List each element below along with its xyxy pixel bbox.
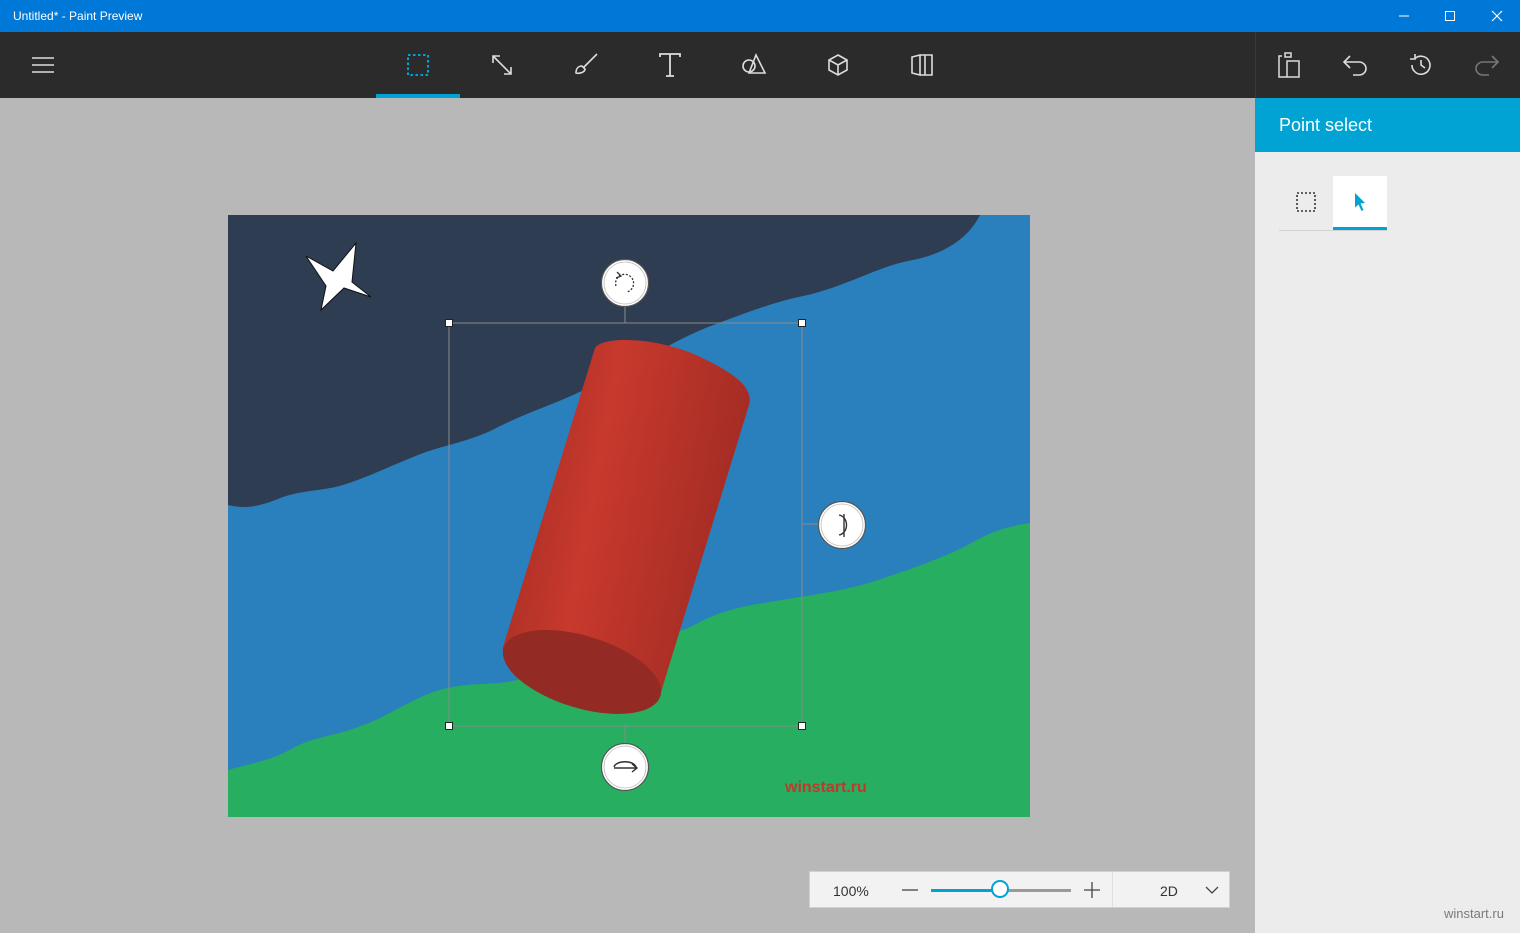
undo-button[interactable] <box>1322 32 1388 98</box>
canvas-artwork: winstart.ru <box>228 215 1030 817</box>
zoom-slider[interactable] <box>931 880 1071 898</box>
redo-button[interactable] <box>1454 32 1520 98</box>
main-toolbar <box>0 32 1255 98</box>
view-mode-label: 2D <box>1160 883 1178 899</box>
close-button[interactable] <box>1474 0 1520 32</box>
rectangle-select-button[interactable] <box>1279 176 1333 228</box>
title-bar: Untitled* - Paint Preview <box>0 0 1520 32</box>
side-panel: Point select <box>1255 98 1520 933</box>
cursor-arrow-icon <box>1355 192 1365 211</box>
tool-brushes[interactable] <box>544 32 628 98</box>
minimize-button[interactable] <box>1381 0 1427 32</box>
history-icon <box>1410 54 1431 75</box>
tool-crop[interactable] <box>460 32 544 98</box>
panel-header: Point select <box>1255 98 1520 152</box>
view-mode-dropdown[interactable] <box>1202 878 1222 902</box>
toolbar-actions <box>1255 32 1520 98</box>
canvas-watermark: winstart.ru <box>784 779 867 796</box>
footer-watermark: winstart.ru <box>1444 906 1504 921</box>
point-select-button[interactable] <box>1333 176 1387 230</box>
history-button[interactable] <box>1388 32 1454 98</box>
sticker-book-icon <box>911 53 933 77</box>
zoom-slider-thumb[interactable] <box>991 880 1009 898</box>
chevron-down-icon <box>1205 886 1219 894</box>
maximize-button[interactable] <box>1427 0 1473 32</box>
window-title: Untitled* - Paint Preview <box>13 9 143 23</box>
tool-3d-objects[interactable] <box>796 32 880 98</box>
panel-title: Point select <box>1279 115 1373 135</box>
minus-icon <box>902 889 918 891</box>
select-rectangle-icon <box>407 54 429 76</box>
paste-button[interactable] <box>1256 32 1322 98</box>
zoom-in-button[interactable] <box>1082 878 1102 902</box>
drawing-canvas[interactable]: winstart.ru <box>228 215 1030 817</box>
zoom-percent: 100% <box>833 883 869 899</box>
shapes-icon <box>742 53 767 74</box>
dashed-rectangle-icon <box>1296 192 1316 212</box>
brush-icon <box>575 53 598 75</box>
paste-icon <box>1278 52 1300 78</box>
cube-icon <box>828 54 848 76</box>
zoom-bar: 100% 2D <box>809 871 1230 908</box>
tool-2d-shapes[interactable] <box>712 32 796 98</box>
close-icon <box>1491 10 1503 22</box>
text-icon <box>659 53 681 77</box>
zoom-out-button[interactable] <box>900 878 920 902</box>
hamburger-menu-icon <box>32 57 54 73</box>
selection-mode-group <box>1279 176 1387 231</box>
zoom-divider <box>1112 872 1113 907</box>
crop-resize-icon <box>492 55 512 75</box>
tool-stickers[interactable] <box>880 32 964 98</box>
redo-icon <box>1475 55 1500 76</box>
undo-icon <box>1342 55 1367 76</box>
minimize-icon <box>1399 15 1409 17</box>
menu-button[interactable] <box>20 42 66 88</box>
tool-text[interactable] <box>628 32 712 98</box>
plus-icon <box>1084 882 1100 898</box>
maximize-icon <box>1445 11 1455 21</box>
tool-select[interactable] <box>376 32 460 98</box>
